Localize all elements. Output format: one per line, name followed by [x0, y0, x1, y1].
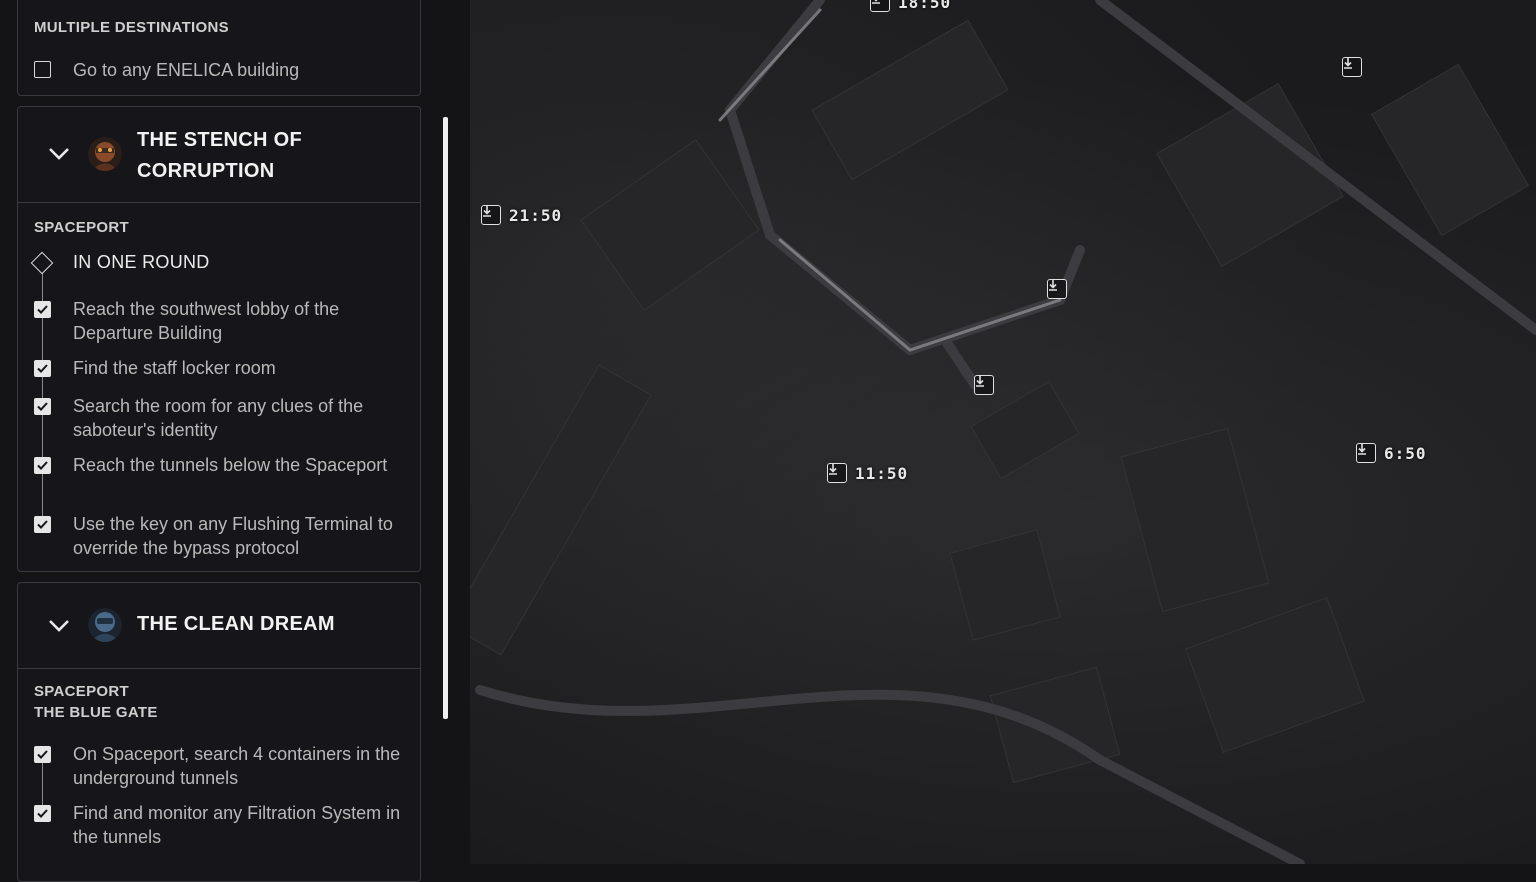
- objective-text: Search the room for any clues of the sab…: [73, 396, 364, 440]
- objective-checkbox[interactable]: [34, 398, 51, 415]
- quest-header[interactable]: THE STENCH OF CORRUPTION: [18, 107, 420, 203]
- section-label: MULTIPLE DESTINATIONS: [34, 19, 229, 36]
- panel-scrollbar[interactable]: [443, 117, 448, 719]
- checkmark-icon: [37, 809, 48, 818]
- checkmark-icon: [37, 305, 48, 314]
- location-label: SPACEPORT: [34, 683, 129, 700]
- objective-text: Reach the southwest lobby of the Departu…: [73, 299, 340, 343]
- sublocation-label: THE BLUE GATE: [34, 704, 158, 721]
- objective-checkbox[interactable]: [34, 457, 51, 474]
- extraction-icon: [974, 375, 994, 395]
- objective-text: Find and monitor any Filtration System i…: [73, 803, 401, 847]
- objective-checkbox[interactable]: [34, 61, 51, 78]
- quest-card-clean-dream: THE CLEAN DREAM SPACEPORT THE BLUE GATE …: [17, 582, 421, 882]
- chevron-down-icon[interactable]: [48, 619, 70, 633]
- extraction-point-west[interactable]: 21:50: [481, 205, 562, 225]
- checkmark-icon: [37, 520, 48, 529]
- round-diamond-icon: [30, 251, 54, 275]
- extraction-icon: [1356, 443, 1376, 463]
- objective-checkbox[interactable]: [34, 516, 51, 533]
- extraction-point-top[interactable]: 18:50: [870, 0, 951, 12]
- checkmark-icon: [37, 364, 48, 373]
- extraction-icon: [827, 463, 847, 483]
- objective-text: Reach the tunnels below the Spaceport: [73, 455, 388, 475]
- quest-giver-avatar: [88, 137, 122, 171]
- checkmark-icon: [37, 750, 48, 759]
- objective-text: Go to any ENELICA building: [73, 60, 300, 80]
- checkmark-icon: [37, 402, 48, 411]
- objective-text: On Spaceport, search 4 containers in the…: [73, 744, 401, 788]
- objective-text: Use the key on any Flushing Terminal to …: [73, 514, 393, 558]
- quest-giver-avatar: [88, 608, 122, 642]
- objective-checkbox[interactable]: [34, 805, 51, 822]
- extraction-point-center[interactable]: 11:50: [827, 463, 908, 483]
- quest-card-multiple-destinations: MULTIPLE DESTINATIONS Go to any ENELICA …: [17, 0, 421, 96]
- extraction-icon: [481, 205, 501, 225]
- objective-checkbox[interactable]: [34, 746, 51, 763]
- objective-checkbox[interactable]: [34, 301, 51, 318]
- quest-card-stench-of-corruption: THE STENCH OF CORRUPTION SPACEPORT IN ON…: [17, 106, 421, 572]
- extraction-point-east[interactable]: 6:50: [1356, 443, 1427, 463]
- extraction-time: 18:50: [898, 0, 952, 12]
- quest-title: THE CLEAN DREAM: [137, 613, 335, 635]
- extraction-time: 21:50: [509, 205, 563, 225]
- extraction-point-road[interactable]: [1047, 279, 1067, 299]
- extraction-icon: [1342, 57, 1362, 77]
- extraction-icon: [870, 0, 890, 12]
- quest-header[interactable]: THE CLEAN DREAM: [18, 583, 420, 669]
- location-label: SPACEPORT: [34, 219, 129, 236]
- chevron-down-icon[interactable]: [48, 147, 70, 161]
- extraction-point-northeast[interactable]: [1342, 57, 1362, 77]
- round-requirement: IN ONE ROUND: [73, 252, 210, 272]
- extraction-point-junction[interactable]: [974, 375, 994, 395]
- objective-text: Find the staff locker room: [73, 358, 276, 378]
- quest-title: THE STENCH OF CORRUPTION: [137, 129, 303, 182]
- objective-checkbox[interactable]: [34, 360, 51, 377]
- checkmark-icon: [37, 461, 48, 470]
- extraction-time: 11:50: [855, 463, 909, 483]
- extraction-time: 6:50: [1384, 443, 1427, 463]
- quest-panel[interactable]: MULTIPLE DESTINATIONS Go to any ENELICA …: [0, 0, 470, 882]
- extraction-icon: [1047, 279, 1067, 299]
